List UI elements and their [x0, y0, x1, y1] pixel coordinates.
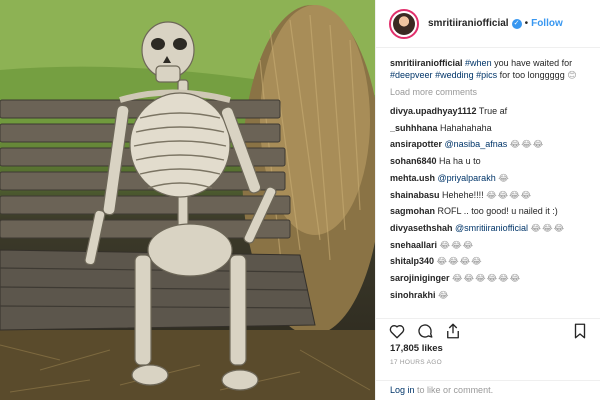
skeleton-on-bench-image — [0, 0, 375, 400]
comment-emoji: 😂😂😂😂 — [486, 189, 533, 200]
hashtag-wedding[interactable]: #wedding — [435, 70, 474, 80]
comment-row: shainabasu Hehehe!!!! 😂😂😂😂 — [390, 190, 587, 202]
comment-row: _suhhhana Hahahahaha — [390, 123, 587, 135]
comment-mention[interactable]: @nasiba_afnas — [445, 139, 508, 149]
comment-emoji: 😂😂😂😂 — [436, 256, 483, 267]
comment-list: divya.upadhyay1112 True af _suhhhana Hah… — [390, 106, 587, 301]
comment-username[interactable]: snehaallari — [390, 240, 437, 250]
comment-text: True af — [478, 106, 508, 117]
comment-row: shitalp340 😂😂😂😂 — [390, 256, 587, 268]
action-bar — [376, 318, 600, 340]
comment-emoji: 😂😂😂 — [509, 139, 545, 150]
caption-text: you have waited for — [494, 58, 573, 68]
comment-emoji: 😂😂😂 — [439, 239, 475, 250]
login-link[interactable]: Log in — [390, 385, 415, 395]
heart-icon[interactable] — [388, 322, 406, 340]
comment-emoji: 😂 — [498, 172, 510, 183]
comment-emoji: 😂😂😂😂😂😂 — [452, 272, 522, 283]
bookmark-icon[interactable] — [571, 322, 589, 340]
caption-emoji: 😊 — [567, 69, 578, 80]
hashtag-when[interactable]: #when — [465, 58, 492, 68]
hashtag-pics[interactable]: #pics — [476, 70, 497, 80]
post-timestamp: 17 HOURS AGO — [390, 359, 443, 366]
comment-username[interactable]: mehta.ush — [390, 173, 435, 183]
avatar-image — [393, 12, 415, 35]
hashtag-deepveer[interactable]: #deepveer — [390, 70, 433, 80]
comment-row: sagmohan ROFL .. too good! u nailed it :… — [390, 206, 587, 218]
share-icon[interactable] — [444, 322, 462, 340]
comments-section[interactable]: smritiiraniofficial #when you have waite… — [376, 48, 600, 318]
comment-row: snehaallari 😂😂😂 — [390, 240, 587, 252]
comment-row: divya.upadhyay1112 True af — [390, 106, 587, 118]
comment-row: sarojiniginger 😂😂😂😂😂😂 — [390, 273, 587, 285]
comment-username[interactable]: shitalp340 — [390, 256, 434, 266]
comment-row: divyasethshah @smritiiraniofficial 😂😂😂 — [390, 223, 587, 235]
comment-username[interactable]: ansirapotter — [390, 139, 442, 149]
avatar[interactable] — [389, 8, 419, 39]
post-panel: smritiiraniofficial ✓ • Follow smritiira… — [375, 0, 600, 400]
comment-username[interactable]: shainabasu — [390, 190, 440, 200]
caption-username[interactable]: smritiiraniofficial — [390, 58, 463, 68]
caption-text-end: for too longgggg — [499, 69, 565, 80]
comment-mention[interactable]: @smritiiraniofficial — [455, 223, 528, 233]
header-username[interactable]: smritiiraniofficial — [428, 18, 509, 29]
post-caption: smritiiraniofficial #when you have waite… — [390, 58, 587, 81]
login-prompt-text: to like or comment. — [417, 385, 494, 395]
comment-username[interactable]: sarojiniginger — [390, 273, 450, 283]
post-header: smritiiraniofficial ✓ • Follow — [376, 0, 600, 48]
comment-username[interactable]: sohan6840 — [390, 156, 437, 166]
comment-text: Ha ha u to — [439, 156, 481, 167]
separator-dot: • — [524, 18, 529, 29]
likes-count[interactable]: 17,805 likes — [390, 343, 443, 354]
comment-username[interactable]: divya.upadhyay1112 — [390, 106, 477, 116]
verified-icon: ✓ — [511, 18, 522, 29]
comment-text: Hehehe!!!! — [442, 189, 484, 200]
post-photo[interactable] — [0, 0, 375, 400]
load-more-comments-button[interactable]: Load more comments — [390, 87, 587, 99]
comment-username[interactable]: _suhhhana — [390, 123, 438, 133]
comment-emoji: 😂 — [438, 289, 450, 300]
comment-username[interactable]: sagmohan — [390, 206, 435, 216]
comment-row: sohan6840 Ha ha u to — [390, 156, 587, 168]
follow-button[interactable]: Follow — [531, 18, 563, 29]
comment-mention[interactable]: @priyalparakh — [438, 173, 496, 183]
login-footer: Log in to like or comment. — [376, 380, 600, 400]
comment-text: ROFL .. too good! u nailed it :) — [437, 206, 558, 217]
comment-row: mehta.ush @priyalparakh 😂 — [390, 173, 587, 185]
comment-username[interactable]: divyasethshah — [390, 223, 453, 233]
comment-username[interactable]: sinohrakhi — [390, 290, 436, 300]
comment-row: ansirapotter @nasiba_afnas 😂😂😂 — [390, 139, 587, 151]
comment-icon[interactable] — [416, 322, 434, 340]
comment-text: Hahahahaha — [440, 122, 492, 133]
comment-row: sinohrakhi 😂 — [390, 290, 587, 302]
comment-emoji: 😂😂😂 — [530, 222, 566, 233]
